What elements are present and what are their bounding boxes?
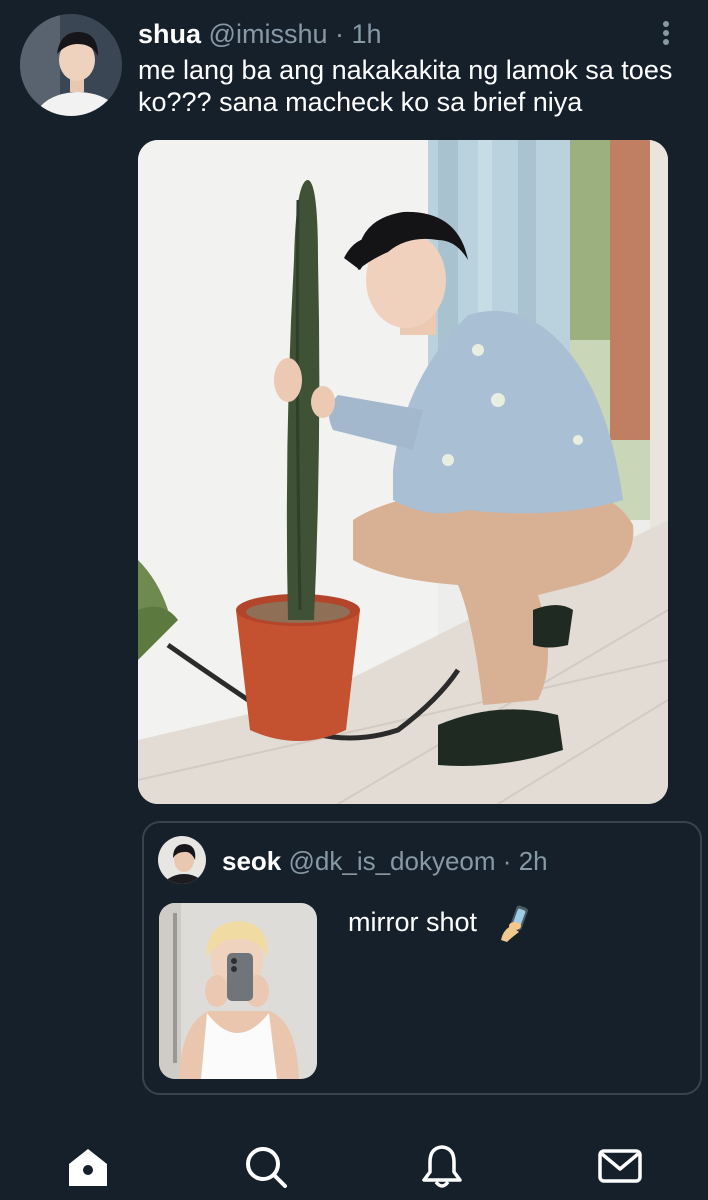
display-name[interactable]: shua <box>138 19 201 49</box>
quoted-user-handle[interactable]: @dk_is_dokyeom <box>289 846 496 876</box>
separator-dot: · <box>335 19 344 49</box>
nav-home-button[interactable] <box>64 1142 112 1190</box>
quoted-separator-dot: · <box>502 846 512 876</box>
user-avatar[interactable] <box>20 14 122 116</box>
quoted-tweet-time[interactable]: 2h <box>519 846 548 876</box>
user-handle[interactable]: @imisshu <box>209 19 328 49</box>
quoted-tweet-header: seok @dk_is_dokyeom · 2h <box>222 846 548 876</box>
bell-icon <box>418 1142 466 1190</box>
quoted-display-name[interactable]: seok <box>222 846 281 876</box>
tweet-time[interactable]: 1h <box>352 19 382 49</box>
tweet-photo[interactable] <box>138 140 668 804</box>
mail-icon <box>596 1142 644 1190</box>
nav-notifications-button[interactable] <box>418 1142 466 1190</box>
tweet-header: shua @imisshu · 1h <box>138 18 382 50</box>
timeline-screen: shua @imisshu · 1h me lang ba ang nakaka… <box>0 0 708 1200</box>
quoted-user-avatar[interactable] <box>158 836 206 884</box>
next-tweet-edge <box>146 1112 656 1125</box>
nav-messages-button[interactable] <box>596 1142 644 1190</box>
quoted-tweet-photo[interactable] <box>159 903 317 1079</box>
tweet-text: me lang ba ang nakakakita ng lamok sa to… <box>138 55 673 117</box>
selfie-emoji-icon <box>497 902 529 942</box>
quoted-tweet-text: mirror shot <box>348 907 478 937</box>
nav-search-button[interactable] <box>241 1142 289 1190</box>
search-icon <box>241 1142 289 1190</box>
bottom-navigation-bar <box>0 1118 708 1200</box>
more-options-icon[interactable] <box>654 18 678 48</box>
home-icon <box>64 1142 112 1190</box>
